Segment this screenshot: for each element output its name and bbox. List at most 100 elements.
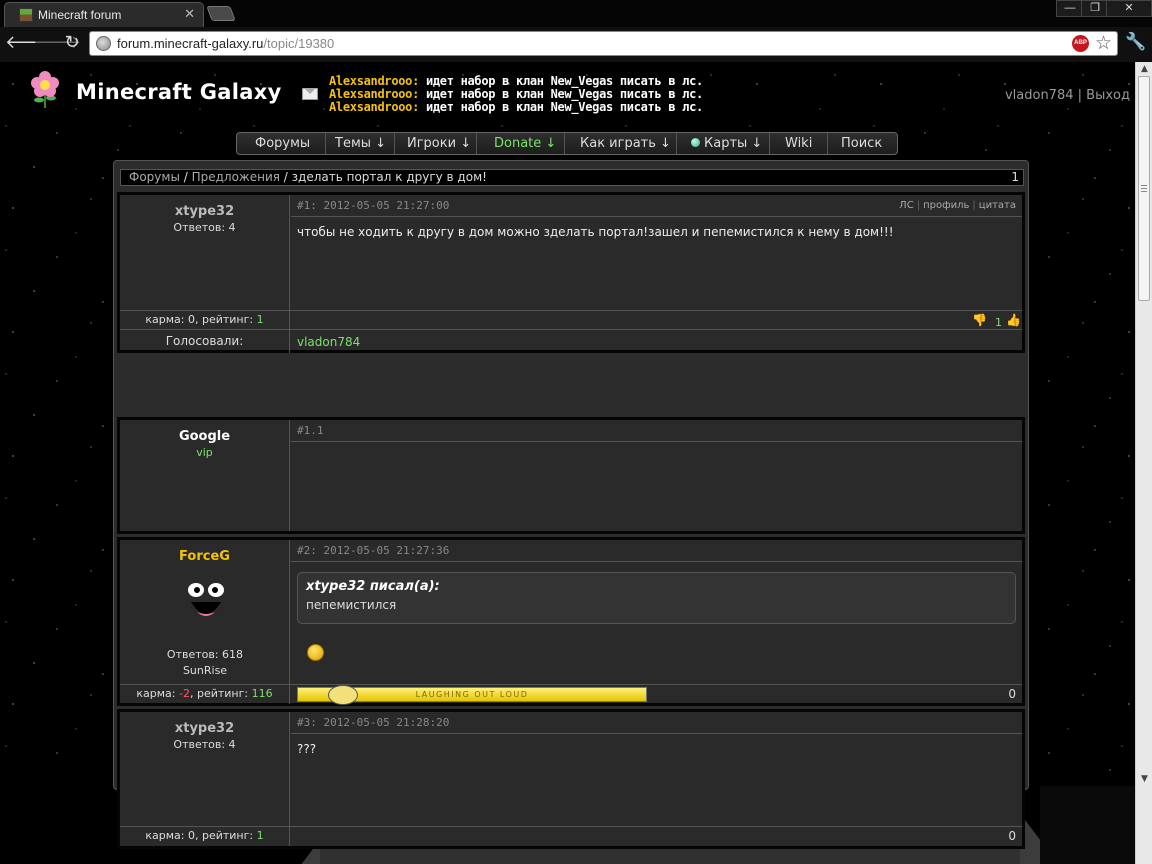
profile-link[interactable]: профиль xyxy=(923,200,969,211)
userbar-divider: | xyxy=(1077,88,1083,103)
post: ForceG Ответов: 618 SunRise #2: 2012-05-… xyxy=(117,537,1025,706)
post-header: #3: 2012-05-05 21:28:20 xyxy=(291,712,1022,734)
quote-author: xtype32 писал(а): xyxy=(306,579,440,594)
karma-rating: карма: 0, рейтинг: 1 xyxy=(120,311,290,330)
author-role: vip xyxy=(196,446,213,459)
tab-close-icon[interactable]: ✕ xyxy=(184,6,195,22)
nav-divider xyxy=(394,133,395,154)
logout-link[interactable]: Выход xyxy=(1086,88,1130,103)
nav-divider xyxy=(769,133,770,154)
voters-label: Голосовали: xyxy=(120,330,290,353)
nav-players[interactable]: Игроки ↓ xyxy=(407,136,471,151)
quote-block: xtype32 писал(а): пепемистился xyxy=(297,572,1016,624)
vote-score: 1 xyxy=(995,316,1002,329)
reload-icon[interactable]: ↻ xyxy=(61,32,83,54)
scroll-down-arrow-icon[interactable]: ▼ xyxy=(1136,772,1152,786)
topic-panel: Форумы / Предложения / зделать портал к … xyxy=(113,160,1029,849)
back-arrow-icon[interactable]: 🡐 xyxy=(5,32,53,54)
page-number[interactable]: 1 xyxy=(1011,170,1019,185)
nav-divider xyxy=(676,133,677,154)
username-link[interactable]: vladon784 xyxy=(1005,88,1074,103)
tab-title: Minecraft forum xyxy=(38,8,122,22)
wrench-menu-icon[interactable]: 🔧 xyxy=(1125,32,1146,52)
bookmark-star-icon[interactable]: ☆ xyxy=(1095,32,1112,54)
quote-text: пепемистился xyxy=(306,598,397,612)
pm-link[interactable]: ЛС xyxy=(899,200,914,211)
vote-score: 0 xyxy=(1008,687,1016,701)
forward-arrow-icon[interactable]: 🡒 xyxy=(33,32,81,54)
post-footer: карма: 0, рейтинг: 1 👎 1 👍 xyxy=(120,310,1022,330)
post-author: xtype32 Ответов: 4 xyxy=(120,712,290,826)
author-replies: Ответов: 4 xyxy=(173,738,236,751)
nav-topics[interactable]: Темы ↓ xyxy=(335,136,386,151)
vote-score: 0 xyxy=(1008,829,1016,843)
post-header: #2: 2012-05-05 21:27:36 xyxy=(291,540,1022,562)
post: xtype32 Ответов: 4 #1: 2012-05-05 21:27:… xyxy=(117,192,1025,353)
maximize-button[interactable]: ❐ xyxy=(1081,0,1109,17)
new-tab-button[interactable] xyxy=(206,6,236,21)
post-actions: ЛС | профиль | цитата xyxy=(899,200,1016,211)
post-meta[interactable]: #1.1 xyxy=(297,424,324,437)
grip-line xyxy=(1141,191,1147,192)
post-footer: карма: -2, рейтинг: 116 LAUGHING OUT LOU… xyxy=(120,684,1022,705)
author-name[interactable]: xtype32 xyxy=(120,204,289,219)
karma-rating: карма: -2, рейтинг: 116 xyxy=(120,685,290,704)
author-name[interactable]: Google xyxy=(120,429,289,444)
post-meta[interactable]: #2: 2012-05-05 21:27:36 xyxy=(297,544,449,557)
tab-minecraft-forum[interactable]: Minecraft forum ✕ xyxy=(4,2,204,27)
url-text[interactable]: forum.minecraft-galaxy.ru/topic/19380 xyxy=(117,36,334,51)
page-scrollbar[interactable]: ▲ ▼ xyxy=(1135,62,1152,864)
quote-link[interactable]: цитата xyxy=(979,200,1016,211)
page-info-icon[interactable] xyxy=(96,36,111,51)
author-name[interactable]: ForceG xyxy=(120,549,289,564)
browser-toolbar: 🡐 🡒 ↻ forum.minecraft-galaxy.ru/topic/19… xyxy=(0,27,1152,62)
close-window-button[interactable]: ✕ xyxy=(1106,0,1152,17)
breadcrumb-section[interactable]: Предложения xyxy=(192,170,280,184)
main-nav: Форумы Темы ↓ Игроки ↓ Donate ↓ Как игра… xyxy=(236,132,898,155)
author-name[interactable]: xtype32 xyxy=(120,721,289,736)
avatar[interactable] xyxy=(183,578,229,624)
nav-wiki[interactable]: Wiki xyxy=(785,136,812,151)
post-footer: карма: 0, рейтинг: 1 0 xyxy=(120,826,1022,846)
shout-line: Alexsandrooo: идет набор в клан New_Vega… xyxy=(329,74,703,88)
voter-link[interactable]: vladon784 xyxy=(297,335,360,349)
post-header: #1.1 xyxy=(291,420,1022,442)
grip-line xyxy=(1141,185,1147,186)
scroll-up-arrow-icon[interactable]: ▲ xyxy=(1136,62,1152,76)
minimize-button[interactable]: — xyxy=(1056,0,1084,17)
envelope-icon[interactable] xyxy=(302,88,318,100)
voters-row: Голосовали: vladon784 xyxy=(120,329,1022,353)
shout-line: Alexsandrooo: идет набор в клан New_Vega… xyxy=(329,87,703,101)
flower-logo-icon[interactable] xyxy=(28,70,62,110)
post-author: xtype32 Ответов: 4 xyxy=(120,195,290,310)
address-bar[interactable]: forum.minecraft-galaxy.ru/topic/19380 AB… xyxy=(89,31,1118,56)
breadcrumb-topic: зделать портал к другу в дом! xyxy=(291,170,487,184)
post-body: ??? xyxy=(297,742,317,756)
breadcrumb: Форумы / Предложения / зделать портал к … xyxy=(120,169,1024,186)
post: Google vip #1.1 xyxy=(117,417,1025,534)
author-clan: SunRise xyxy=(182,664,228,677)
browser-chrome: Minecraft forum ✕ — ❐ ✕ 🡐 🡒 ↻ forum.mine… xyxy=(0,0,1152,62)
nav-donate[interactable]: Donate ↓ xyxy=(494,136,556,151)
nav-divider xyxy=(476,133,477,154)
thumbs-up-icon[interactable]: 👍 xyxy=(1006,313,1021,327)
adblock-icon[interactable]: ABP xyxy=(1072,35,1089,52)
shout-line: Alexsandrooo: идет набор в клан New_Vega… xyxy=(329,100,703,114)
scrollbar-thumb[interactable] xyxy=(1138,76,1150,301)
laughing-face-icon xyxy=(328,685,358,705)
post-author: Google vip xyxy=(120,420,290,531)
nav-search[interactable]: Поиск xyxy=(841,136,882,151)
grip-line xyxy=(1141,188,1147,189)
post-meta[interactable]: #1: 2012-05-05 21:27:00 xyxy=(297,199,449,212)
thumbs-down-icon[interactable]: 👎 xyxy=(972,313,987,327)
breadcrumb-forums[interactable]: Форумы xyxy=(129,170,180,184)
nav-maps[interactable]: Карты ↓ xyxy=(691,136,762,151)
nav-forums[interactable]: Форумы xyxy=(255,136,310,151)
post-body: чтобы не ходить к другу в дом можно здел… xyxy=(297,225,894,239)
nav-divider xyxy=(827,133,828,154)
user-bar: vladon784 | Выход xyxy=(1005,88,1130,103)
nav-how-to-play[interactable]: Как играть ↓ xyxy=(580,136,671,151)
post-meta[interactable]: #3: 2012-05-05 21:28:20 xyxy=(297,716,449,729)
author-replies: Ответов: 618 xyxy=(166,648,244,661)
site-title[interactable]: Minecraft Galaxy xyxy=(76,80,282,104)
